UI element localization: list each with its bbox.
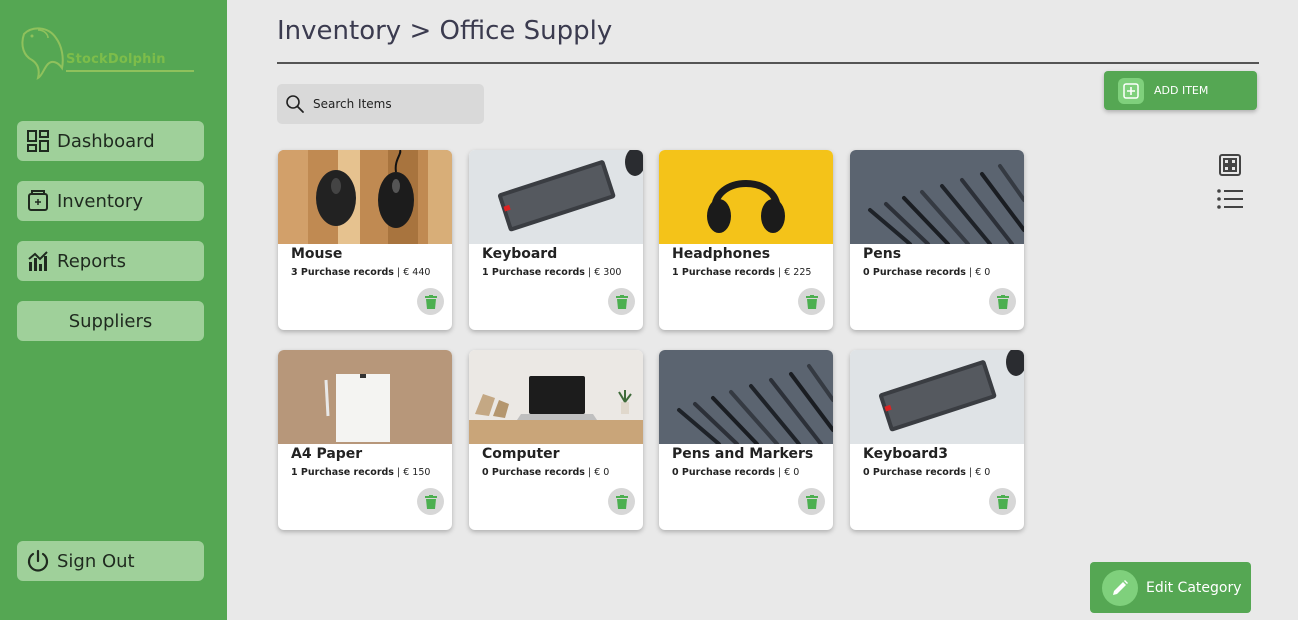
add-item-button[interactable]: ADD ITEM [1104, 71, 1257, 110]
delete-item-button[interactable] [798, 488, 825, 515]
item-meta: 1 Purchase records | € 225 [672, 267, 812, 278]
edit-category-label: Edit Category [1146, 579, 1242, 596]
trash-icon [805, 294, 818, 309]
delete-item-button[interactable] [608, 288, 635, 315]
item-price: € 0 [784, 467, 800, 478]
item-price: € 440 [403, 267, 431, 278]
edit-category-button[interactable]: Edit Category [1090, 562, 1251, 613]
nav-inventory[interactable]: Inventory [17, 181, 204, 221]
item-card[interactable]: Keyboard 1 Purchase records | € 300 [469, 150, 643, 330]
item-records: 1 Purchase records [291, 467, 394, 478]
dashboard-icon [26, 129, 50, 153]
reports-icon [26, 249, 50, 273]
paper-photo [278, 350, 452, 444]
item-price: € 0 [975, 467, 991, 478]
item-name: Headphones [672, 246, 771, 262]
delete-item-button[interactable] [989, 288, 1016, 315]
delete-item-button[interactable] [608, 488, 635, 515]
item-price: € 225 [784, 267, 812, 278]
item-meta: 0 Purchase records | € 0 [863, 467, 991, 478]
item-name: Keyboard3 [863, 446, 948, 462]
nav-suppliers[interactable]: Suppliers [17, 301, 204, 341]
sign-out-label: Sign Out [57, 550, 135, 572]
trash-icon [996, 494, 1009, 509]
pens-photo [659, 350, 833, 444]
trash-icon [996, 294, 1009, 309]
item-records: 1 Purchase records [482, 267, 585, 278]
item-meta: 0 Purchase records | € 0 [672, 467, 800, 478]
inventory-icon [26, 189, 50, 213]
item-name: Pens [863, 246, 902, 262]
trash-icon [805, 494, 818, 509]
nav-reports-label: Reports [57, 250, 127, 272]
trash-icon [615, 494, 628, 509]
grid-view-icon[interactable] [1218, 153, 1242, 177]
item-meta: 1 Purchase records | € 150 [291, 467, 431, 478]
list-view-icon[interactable] [1216, 187, 1244, 211]
item-records: 0 Purchase records [482, 467, 585, 478]
trash-icon [615, 294, 628, 309]
sidebar: StockDolphin Dashboard Inventory Reports… [0, 0, 227, 620]
title-divider [277, 62, 1259, 64]
item-price: € 150 [403, 467, 431, 478]
nav-dashboard[interactable]: Dashboard [17, 121, 204, 161]
nav-reports[interactable]: Reports [17, 241, 204, 281]
item-records: 1 Purchase records [672, 267, 775, 278]
item-name: Keyboard [482, 246, 558, 262]
pens-photo [850, 150, 1024, 244]
item-card[interactable]: Headphones 1 Purchase records | € 225 [659, 150, 833, 330]
item-card[interactable]: Pens and Markers 0 Purchase records | € … [659, 350, 833, 530]
item-card[interactable]: Mouse 3 Purchase records | € 440 [278, 150, 452, 330]
mouse-photo [278, 150, 452, 244]
item-card[interactable]: Keyboard3 0 Purchase records | € 0 [850, 350, 1024, 530]
search-box[interactable] [277, 84, 484, 124]
item-card[interactable]: A4 Paper 1 Purchase records | € 150 [278, 350, 452, 530]
delete-item-button[interactable] [989, 488, 1016, 515]
item-records: 0 Purchase records [863, 467, 966, 478]
item-meta: 3 Purchase records | € 440 [291, 267, 431, 278]
delete-item-button[interactable] [417, 288, 444, 315]
add-item-label: ADD ITEM [1154, 84, 1209, 97]
keyboard-photo [469, 150, 643, 244]
delete-item-button[interactable] [417, 488, 444, 515]
delete-item-button[interactable] [798, 288, 825, 315]
item-price: € 0 [594, 467, 610, 478]
nav-inventory-label: Inventory [57, 190, 143, 212]
logo-underline [66, 70, 194, 72]
keyboard-photo [850, 350, 1024, 444]
page-title: Inventory > Office Supply [277, 16, 613, 46]
item-card[interactable]: Pens 0 Purchase records | € 0 [850, 150, 1024, 330]
plus-square-icon [1118, 77, 1144, 104]
nav-dashboard-label: Dashboard [57, 130, 155, 152]
item-name: Computer [482, 446, 560, 462]
item-name: A4 Paper [291, 446, 363, 462]
power-icon [26, 549, 50, 573]
nav-suppliers-label: Suppliers [68, 310, 153, 332]
item-card[interactable]: Computer 0 Purchase records | € 0 [469, 350, 643, 530]
search-icon [285, 94, 305, 114]
item-records: 3 Purchase records [291, 267, 394, 278]
item-price: € 300 [594, 267, 622, 278]
item-meta: 0 Purchase records | € 0 [863, 267, 991, 278]
search-input[interactable] [313, 97, 473, 111]
item-meta: 1 Purchase records | € 300 [482, 267, 622, 278]
sign-out-button[interactable]: Sign Out [17, 541, 204, 581]
pencil-icon [1102, 569, 1138, 606]
trash-icon [424, 294, 437, 309]
headphones-photo [659, 150, 833, 244]
logo-text: StockDolphin [66, 52, 166, 67]
item-meta: 0 Purchase records | € 0 [482, 467, 610, 478]
item-records: 0 Purchase records [672, 467, 775, 478]
item-records: 0 Purchase records [863, 267, 966, 278]
trash-icon [424, 494, 437, 509]
item-name: Pens and Markers [672, 446, 814, 462]
item-price: € 0 [975, 267, 991, 278]
laptop-photo [469, 350, 643, 444]
item-name: Mouse [291, 246, 343, 262]
